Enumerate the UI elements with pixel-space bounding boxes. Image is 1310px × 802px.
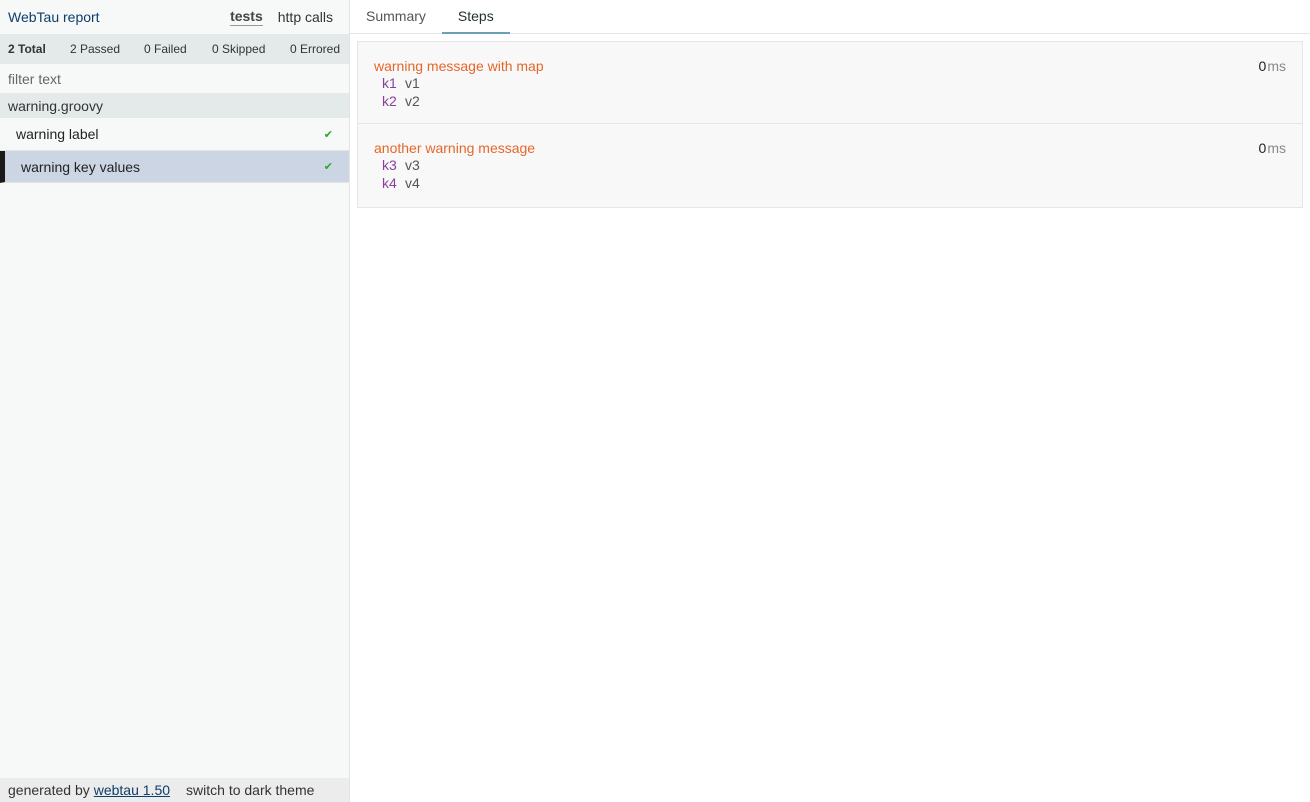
check-icon: ✔ — [323, 128, 333, 141]
filter-input[interactable] — [0, 64, 349, 93]
kv-value: v1 — [405, 75, 420, 91]
step-time: 0ms — [1259, 140, 1286, 156]
main-panel: Summary Steps warning message with map 0… — [350, 0, 1310, 802]
total-count[interactable]: 2 Total — [8, 42, 70, 56]
check-icon: ✔ — [323, 161, 333, 173]
webtau-version-link[interactable]: webtau 1.50 — [94, 782, 170, 798]
passed-count[interactable]: 2 Passed — [70, 42, 144, 56]
step-message: warning message with map — [374, 58, 544, 74]
step-time-unit: ms — [1267, 58, 1286, 74]
test-item-warning-label[interactable]: warning label ✔ — [0, 118, 349, 151]
test-label: warning label — [16, 126, 99, 142]
filter-container — [0, 64, 349, 94]
step-item: warning message with map 0ms k1 v1 k2 v2 — [358, 42, 1302, 124]
key-value-row: k3 v3 — [374, 156, 1286, 174]
kv-value: v3 — [405, 157, 420, 173]
errored-count[interactable]: 0 Errored — [290, 42, 340, 56]
report-title[interactable]: WebTau report — [8, 9, 230, 25]
sidebar-header: WebTau report tests http calls — [0, 0, 349, 34]
test-label: warning key values — [21, 158, 141, 175]
skipped-count[interactable]: 0 Skipped — [212, 42, 290, 56]
tab-http-calls[interactable]: http calls — [278, 9, 333, 25]
main-tabs: Summary Steps — [350, 0, 1310, 34]
key-value-row: k2 v2 — [374, 92, 1286, 110]
kv-key: k2 — [382, 93, 397, 109]
dark-theme-toggle[interactable]: switch to dark theme — [186, 782, 314, 798]
step-item: another warning message 0ms k3 v3 k4 v4 — [358, 124, 1302, 207]
tab-steps[interactable]: Steps — [441, 0, 510, 34]
step-time-value: 0 — [1258, 140, 1267, 156]
key-value-row: k1 v1 — [374, 74, 1286, 92]
generated-by-text: generated by — [8, 782, 90, 798]
kv-value: v4 — [405, 175, 420, 191]
sidebar-footer: generated by webtau 1.50 switch to dark … — [0, 778, 349, 802]
tab-summary[interactable]: Summary — [350, 0, 442, 34]
failed-count[interactable]: 0 Failed — [144, 42, 212, 56]
kv-value: v2 — [405, 93, 420, 109]
test-item-warning-key-values[interactable]: warning key values ✔ — [0, 151, 349, 183]
step-time: 0ms — [1259, 58, 1286, 74]
test-group-header: warning.groovy — [0, 94, 349, 118]
sidebar: WebTau report tests http calls 2 Total 2… — [0, 0, 350, 802]
tab-tests[interactable]: tests — [230, 8, 263, 26]
step-time-value: 0 — [1258, 58, 1267, 74]
kv-key: k4 — [382, 175, 397, 191]
kv-key: k3 — [382, 157, 397, 173]
kv-key: k1 — [382, 75, 397, 91]
step-message: another warning message — [374, 140, 536, 156]
key-value-row: k4 v4 — [374, 174, 1286, 192]
test-summary-bar: 2 Total 2 Passed 0 Failed 0 Skipped 0 Er… — [0, 34, 349, 64]
step-time-unit: ms — [1267, 140, 1286, 156]
steps-list: warning message with map 0ms k1 v1 k2 v2… — [357, 41, 1303, 208]
